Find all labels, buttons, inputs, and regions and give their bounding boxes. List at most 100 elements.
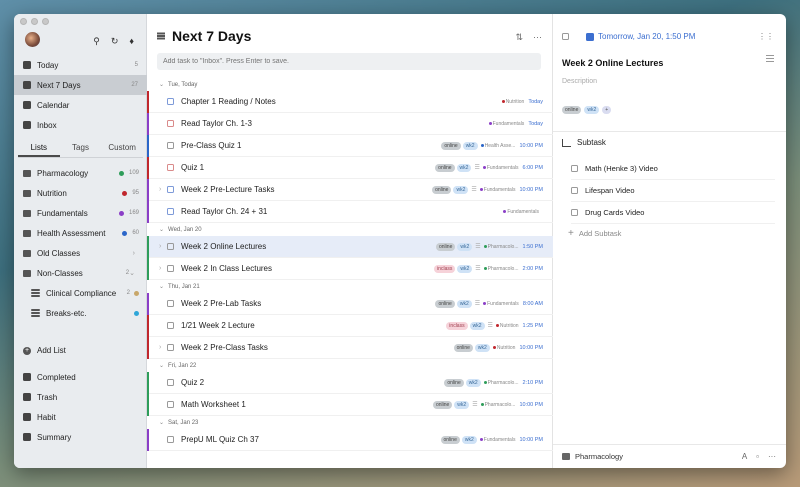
tab-lists[interactable]: Lists	[18, 141, 60, 157]
tag-wk2[interactable]: wk2	[469, 321, 485, 330]
task-title[interactable]: Quiz 2	[181, 378, 444, 387]
subtask-checkbox[interactable]	[571, 165, 578, 172]
tag-online[interactable]: online	[441, 141, 461, 150]
tag-wk2[interactable]: wk2	[457, 242, 473, 251]
task-row[interactable]: Read Taylor Ch. 24 + 31 Fundamentals	[147, 201, 553, 223]
section-header[interactable]: ⌄ Tue, Today	[147, 78, 553, 91]
list-item[interactable]: Pharmacology 109	[14, 163, 147, 183]
list-item[interactable]: Health Assessment 60	[14, 223, 147, 243]
task-row[interactable]: › Week 2 Pre-Class Tasks online wk2 Nutritio…	[147, 337, 553, 359]
sidebar-item-habit[interactable]: Habit	[14, 407, 147, 427]
tab-custom[interactable]: Custom	[101, 141, 143, 157]
tag-wk2[interactable]: wk2	[461, 435, 477, 444]
tag-online[interactable]: online	[562, 106, 582, 114]
more-icon[interactable]: ···	[533, 32, 542, 43]
sidebar-item-today[interactable]: Today 5	[14, 55, 147, 75]
sidebar-item-summary[interactable]: Summary	[14, 427, 147, 447]
description-menu-icon[interactable]	[766, 58, 774, 59]
task-checkbox[interactable]	[167, 243, 174, 250]
task-row[interactable]: Week 2 Pre-Lab Tasks online wk2 ☰ Fundamenta…	[147, 293, 553, 315]
task-checkbox[interactable]	[167, 98, 174, 105]
section-header[interactable]: ⌄ Fri, Jan 22	[147, 359, 553, 372]
section-header[interactable]: ⌄ Thu, Jan 21	[147, 280, 553, 293]
subtask-item[interactable]: Math (Henke 3) Video	[571, 158, 775, 180]
section-header[interactable]: ⌄ Wed, Jan 20	[147, 223, 553, 236]
task-checkbox[interactable]	[167, 142, 174, 149]
task-title[interactable]: Read Taylor Ch. 1-3	[181, 119, 489, 128]
close-window-button[interactable]	[20, 18, 27, 25]
tag-online[interactable]: online	[453, 343, 473, 352]
chevron-down-icon[interactable]: ⌄	[159, 419, 164, 426]
search-icon[interactable]: ⚲	[93, 36, 100, 47]
task-row[interactable]: Math Worksheet 1 online wk2 ☰ Pharmacolo... 1…	[147, 394, 553, 416]
task-checkbox[interactable]	[167, 164, 174, 171]
task-title[interactable]: PrepU ML Quiz Ch 37	[181, 435, 441, 444]
minimize-window-button[interactable]	[31, 18, 38, 25]
list-item[interactable]: Nutrition 95	[14, 183, 147, 203]
chevron-down-icon[interactable]: ⌄	[159, 362, 164, 369]
task-title[interactable]: Read Taylor Ch. 24 + 31	[181, 207, 503, 216]
tag-wk2[interactable]: wk2	[462, 141, 478, 150]
sidebar-item-completed[interactable]: Completed	[14, 367, 147, 387]
expand-icon[interactable]: ›	[159, 186, 161, 193]
task-title[interactable]: Week 2 Pre-Class Tasks	[181, 343, 454, 352]
tag-online[interactable]: online	[432, 400, 453, 409]
chevron-down-icon[interactable]: ⌄	[129, 269, 135, 277]
task-checkbox[interactable]	[167, 265, 174, 272]
detail-checkbox[interactable]	[562, 33, 569, 40]
task-row[interactable]: Quiz 1 online wk2 ☰ Fundamentals 6:00 PM	[147, 157, 553, 179]
subtask-checkbox[interactable]	[571, 187, 578, 194]
task-checkbox[interactable]	[167, 379, 174, 386]
description-field[interactable]: Description	[562, 78, 597, 85]
task-title[interactable]: Week 2 Pre-Lecture Tasks	[181, 185, 432, 194]
task-title[interactable]: Pre-Class Quiz 1	[181, 141, 441, 150]
add-list-button[interactable]: + Add List	[23, 346, 66, 355]
task-checkbox[interactable]	[167, 120, 174, 127]
tag-wk2[interactable]: wk2	[584, 106, 600, 114]
comment-icon[interactable]: ▫	[756, 452, 759, 461]
subtask-item[interactable]: Drug Cards Video	[571, 202, 775, 224]
chevron-down-icon[interactable]: ⌄	[159, 283, 164, 290]
task-row[interactable]: 1/21 Week 2 Lecture inclass wk2 ☰ Nutrition 1…	[147, 315, 553, 337]
task-row[interactable]: › Week 2 Online Lectures online wk2 ☰ Pharmac…	[147, 236, 553, 258]
task-checkbox[interactable]	[167, 186, 174, 193]
add-task-input[interactable]	[157, 53, 541, 70]
tag-wk2[interactable]: wk2	[454, 400, 470, 409]
task-title[interactable]: Week 2 In Class Lectures	[181, 264, 434, 273]
chevron-right-icon[interactable]: ›	[133, 250, 135, 257]
tag-online[interactable]: online	[432, 185, 452, 194]
tag-wk2[interactable]: wk2	[456, 299, 472, 308]
task-checkbox[interactable]	[167, 401, 174, 408]
list-item[interactable]: Fundamentals 169	[14, 203, 147, 223]
detail-title[interactable]: Week 2 Online Lectures	[562, 58, 663, 68]
chevron-down-icon[interactable]: ⌄	[159, 226, 164, 233]
tag-online[interactable]: online	[435, 299, 455, 308]
tag-wk2[interactable]: wk2	[457, 264, 473, 273]
task-title[interactable]: Week 2 Pre-Lab Tasks	[181, 299, 435, 308]
section-header[interactable]: ⌄ Sat, Jan 23	[147, 416, 553, 429]
more-icon[interactable]: ···	[768, 452, 776, 461]
task-checkbox[interactable]	[167, 344, 174, 351]
tag-wk2[interactable]: wk2	[474, 343, 490, 352]
task-row[interactable]: Read Taylor Ch. 1-3 Fundamentals Today	[147, 113, 553, 135]
tag-wk2[interactable]: wk2	[453, 185, 469, 194]
tag-online[interactable]: online	[436, 242, 456, 251]
tag-online[interactable]: online	[444, 378, 464, 387]
due-date-button[interactable]: Tomorrow, Jan 20, 1:50 PM	[576, 32, 695, 41]
task-checkbox[interactable]	[167, 300, 174, 307]
subtask-label[interactable]: Drug Cards Video	[585, 208, 644, 217]
bell-icon[interactable]: ♦	[129, 36, 134, 47]
task-title[interactable]: Week 2 Online Lectures	[181, 242, 436, 251]
task-title[interactable]: Quiz 1	[181, 163, 435, 172]
folder-item[interactable]: Old Classes ›	[14, 243, 147, 263]
list-selector[interactable]: Pharmacology	[562, 452, 742, 461]
task-checkbox[interactable]	[167, 322, 174, 329]
tag-online[interactable]: online	[435, 163, 455, 172]
task-row[interactable]: Chapter 1 Reading / Notes Nutrition Today	[147, 91, 553, 113]
task-row[interactable]: › Week 2 Pre-Lecture Tasks online wk2 ☰ Funda…	[147, 179, 553, 201]
subtask-checkbox[interactable]	[571, 209, 578, 216]
tag-inclass[interactable]: inclass	[434, 264, 456, 273]
task-title[interactable]: Chapter 1 Reading / Notes	[181, 97, 502, 106]
task-row[interactable]: Pre-Class Quiz 1 online wk2 Health Asse... 1…	[147, 135, 553, 157]
zoom-window-button[interactable]	[42, 18, 49, 25]
